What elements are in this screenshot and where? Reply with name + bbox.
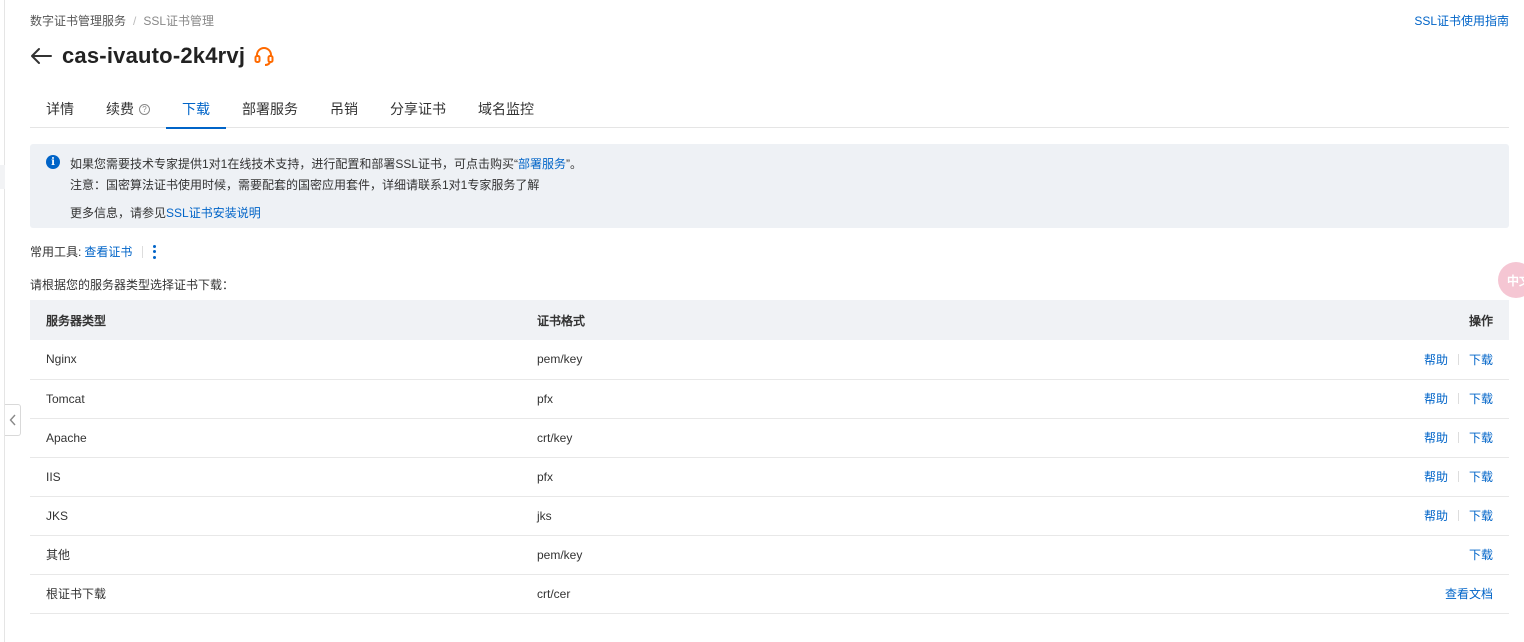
tab-label: 部署服务 [242,101,298,117]
tab-renew[interactable]: 续费? [90,90,166,128]
cell-cert-format: jks [521,496,958,536]
download-link[interactable]: 下载 [1469,429,1493,446]
cell-server-type: Apache [30,418,521,458]
download-link[interactable]: 下载 [1469,468,1493,485]
cert-download-table: 服务器类型 证书格式 操作 Nginx pem/key 帮助 下载 Tomcat … [30,300,1509,614]
cell-cert-format: crt/key [521,418,958,458]
info-icon: i [46,155,60,169]
download-link[interactable]: 下载 [1469,351,1493,368]
sidebar-active-mark [0,165,5,189]
divider [1457,471,1459,482]
breadcrumb-current[interactable]: SSL证书管理 [143,14,214,28]
help-link[interactable]: 帮助 [1424,507,1448,524]
table-row: Nginx pem/key 帮助 下载 [30,340,1509,380]
page-title: cas-ivauto-2k4rvj [62,43,246,68]
header-cert-format: 证书格式 [521,300,958,340]
table-row: 根证书下载 crt/cer 查看文档 [30,574,1509,614]
divider [1457,393,1459,404]
cell-server-type: JKS [30,496,521,536]
notice-line-1: 如果您需要技术专家提供1对1在线技术支持，进行配置和部署SSL证书，可点击购买“… [70,155,582,172]
divider [142,245,144,258]
common-tools: 常用工具: 查看证书 [30,243,157,260]
tab-label: 续费 [106,101,134,117]
cell-server-type: 根证书下载 [30,574,521,614]
tab-label: 吊销 [330,101,358,117]
divider [1457,353,1459,365]
cell-ops: 帮助 下载 [957,340,1509,380]
table-row: IIS pfx 帮助 下载 [30,457,1509,497]
breadcrumb: 数字证书管理服务 / SSL证书管理 [30,12,214,29]
cell-ops: 帮助 下载 [957,496,1509,536]
arrow-left-icon[interactable] [30,44,54,68]
tab-bar: 详情 续费? 下载 部署服务 吊销 分享证书 域名监控 [30,90,1509,129]
cell-cert-format: pem/key [521,535,958,575]
sidebar-collapse-handle[interactable] [5,404,21,436]
left-sidebar-edge [0,0,5,642]
title-row: cas-ivauto-2k4rvj [30,42,275,70]
table-row: Apache crt/key 帮助 下载 [30,418,1509,458]
tab-label: 详情 [46,101,74,117]
header-ops: 操作 [957,300,1509,340]
tab-deploy-service[interactable]: 部署服务 [226,90,314,128]
info-notice: i 如果您需要技术专家提供1对1在线技术支持，进行配置和部署SSL证书，可点击购… [30,144,1509,228]
cell-ops: 查看文档 [957,574,1509,614]
cell-server-type: 其他 [30,535,521,575]
chevron-left-icon [9,414,16,426]
tab-domain-monitor[interactable]: 域名监控 [462,90,550,128]
divider [1457,432,1459,443]
table-row: Tomcat pfx 帮助 下载 [30,379,1509,419]
cell-server-type: IIS [30,457,521,497]
help-link[interactable]: 帮助 [1424,429,1448,446]
cell-cert-format: pfx [521,457,958,497]
tab-label: 分享证书 [390,101,446,117]
download-link[interactable]: 下载 [1469,546,1493,563]
headset-icon[interactable] [253,45,275,67]
cell-ops: 帮助 下载 [957,457,1509,497]
help-link[interactable]: 帮助 [1424,390,1448,407]
tab-download[interactable]: 下载 [166,90,226,129]
cell-server-type: Tomcat [30,379,521,419]
table-header-row: 服务器类型 证书格式 操作 [30,300,1509,340]
download-link[interactable]: 下载 [1469,507,1493,524]
view-cert-link[interactable]: 查看证书 [84,243,132,260]
notice-line-1-suffix: ”。 [566,157,583,171]
ssl-guide-link[interactable]: SSL证书使用指南 [1414,12,1509,29]
view-docs-link[interactable]: 查看文档 [1445,585,1493,602]
tab-label: 下载 [182,101,210,117]
table-row: JKS jks 帮助 下载 [30,496,1509,536]
notice-line-1-text: 如果您需要技术专家提供1对1在线技术支持，进行配置和部署SSL证书，可点击购买“ [70,157,519,171]
notice-line-3-text: 更多信息，请参见 [70,206,167,220]
help-link[interactable]: 帮助 [1424,468,1448,485]
tab-label: 域名监控 [478,101,534,117]
download-link[interactable]: 下载 [1469,390,1493,407]
tab-revoke[interactable]: 吊销 [314,90,374,128]
cell-server-type: Nginx [30,340,521,380]
tools-label: 常用工具: [30,245,82,259]
more-vertical-icon[interactable] [153,244,157,259]
breadcrumb-separator: / [133,14,137,28]
breadcrumb-root[interactable]: 数字证书管理服务 [30,14,126,28]
notice-line-2: 注意：国密算法证书使用时候，需要配套的国密应用套件，详细请联系1对1专家服务了解 [70,178,540,192]
tab-details[interactable]: 详情 [30,90,90,128]
notice-line-3: 更多信息，请参见SSL证书安装说明 [70,204,261,221]
cell-cert-format: pfx [521,379,958,419]
help-circle-icon[interactable]: ? [139,103,150,115]
cell-cert-format: crt/cer [521,574,958,614]
language-switch-bubble[interactable]: 中文 [1498,262,1524,298]
table-row: 其他 pem/key 下载 [30,535,1509,575]
install-guide-link[interactable]: SSL证书安装说明 [166,206,261,220]
cell-ops: 下载 [957,535,1509,575]
cell-cert-format: pem/key [521,340,958,380]
deploy-service-link[interactable]: 部署服务 [518,157,566,171]
divider [1457,510,1459,521]
header-server-type: 服务器类型 [30,300,521,340]
cell-ops: 帮助 下载 [957,379,1509,419]
help-link[interactable]: 帮助 [1424,351,1448,368]
tab-share-cert[interactable]: 分享证书 [374,90,462,128]
select-hint: 请根据您的服务器类型选择证书下载： [30,278,235,292]
cell-ops: 帮助 下载 [957,418,1509,458]
